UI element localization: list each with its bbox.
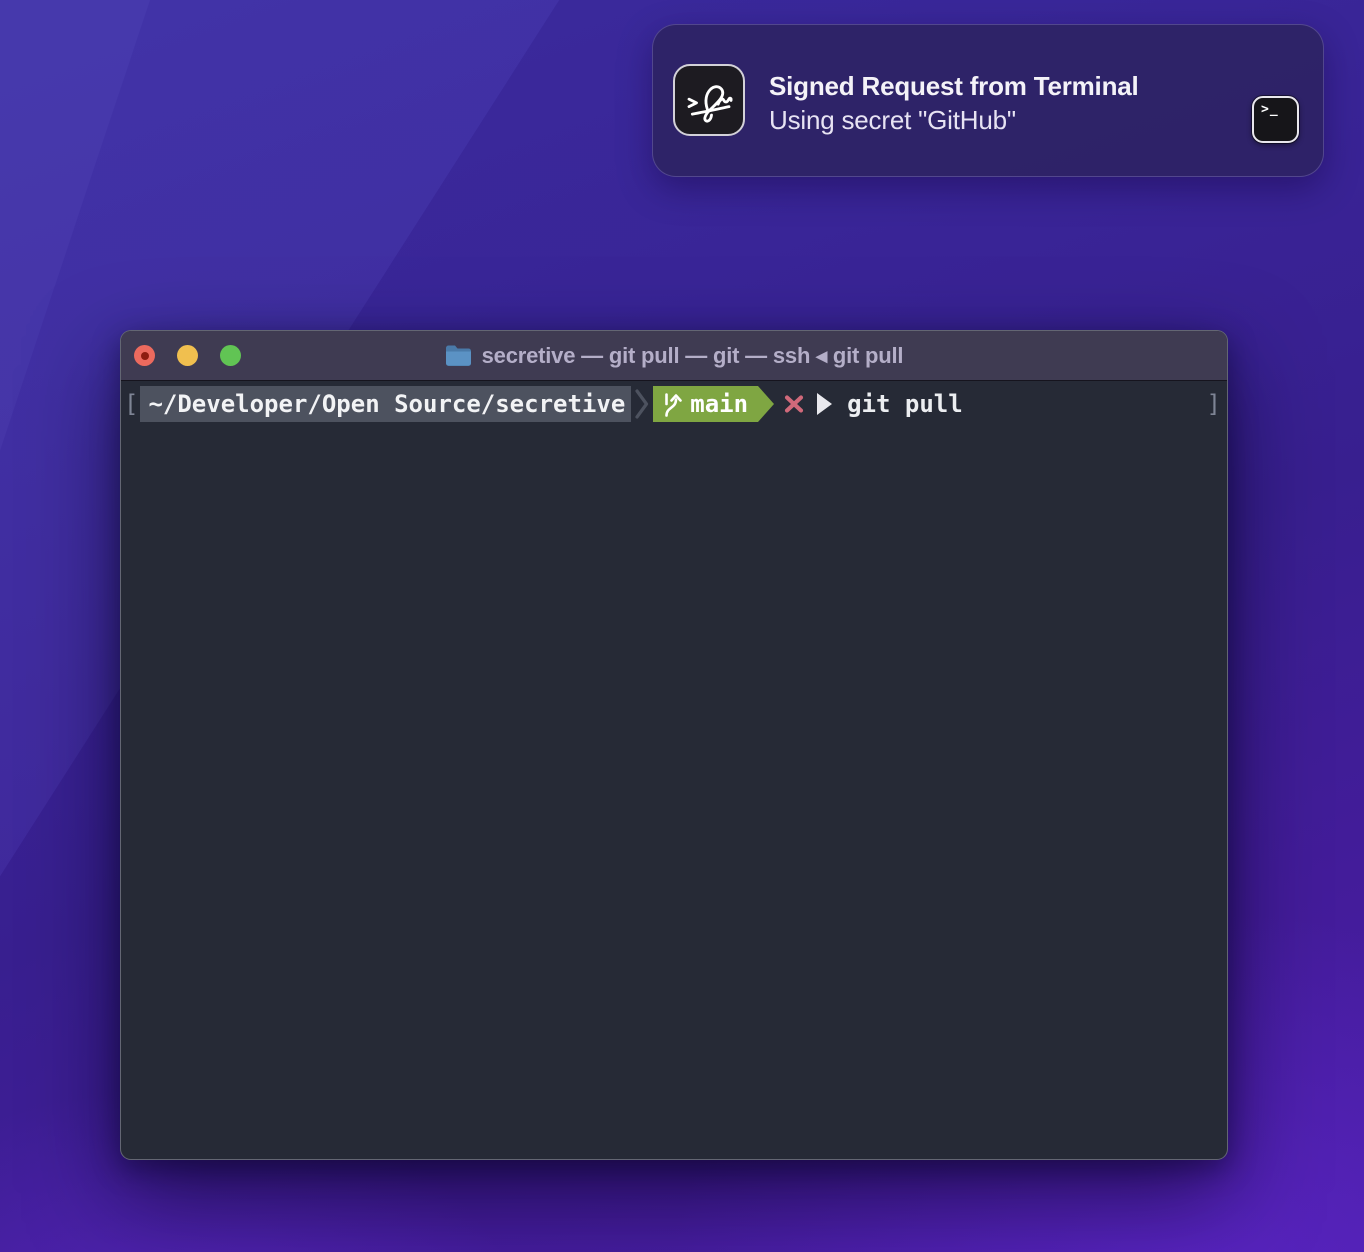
minimize-button[interactable] — [177, 345, 198, 366]
terminal-window: secretive — git pull — git — ssh ◂ git p… — [120, 330, 1228, 1160]
traffic-lights — [134, 331, 241, 380]
secretive-app-icon — [673, 64, 745, 136]
terminal-app-icon: >_ — [1252, 96, 1299, 143]
segment-arrow-icon — [758, 386, 774, 422]
terminal-content[interactable]: [ ~/Developer/Open Source/secretive main — [121, 381, 1227, 1160]
git-branch-segment: main — [653, 386, 758, 422]
prompt-open-bracket: [ — [124, 386, 138, 422]
cwd-segment: ~/Developer/Open Source/secretive — [140, 386, 631, 422]
prompt-line: [ ~/Developer/Open Source/secretive main — [121, 386, 1227, 422]
zoom-button[interactable] — [220, 345, 241, 366]
close-button[interactable] — [134, 345, 155, 366]
git-branch-icon — [661, 391, 682, 418]
branch-name: main — [690, 386, 748, 422]
notification-subtitle: Using secret "GitHub" — [769, 103, 1139, 137]
window-title: secretive — git pull — git — ssh ◂ git p… — [482, 343, 904, 369]
folder-icon — [445, 344, 472, 367]
notification-title: Signed Request from Terminal — [769, 69, 1139, 103]
signature-glyph-icon — [679, 70, 739, 130]
command-text: git pull — [847, 386, 963, 422]
title-wrap: secretive — git pull — git — ssh ◂ git p… — [445, 343, 904, 369]
prompt-triangle-icon — [817, 393, 832, 415]
error-cross-icon — [783, 393, 805, 415]
cwd-path: ~/Developer/Open Source/secretive — [148, 390, 625, 418]
window-titlebar[interactable]: secretive — git pull — git — ssh ◂ git p… — [121, 331, 1227, 381]
terminal-glyph: >_ — [1261, 102, 1279, 117]
prompt-close-bracket: ] — [1207, 386, 1221, 422]
chevron-separator-icon — [635, 388, 649, 420]
notification-banner[interactable]: Signed Request from Terminal Using secre… — [652, 24, 1324, 177]
